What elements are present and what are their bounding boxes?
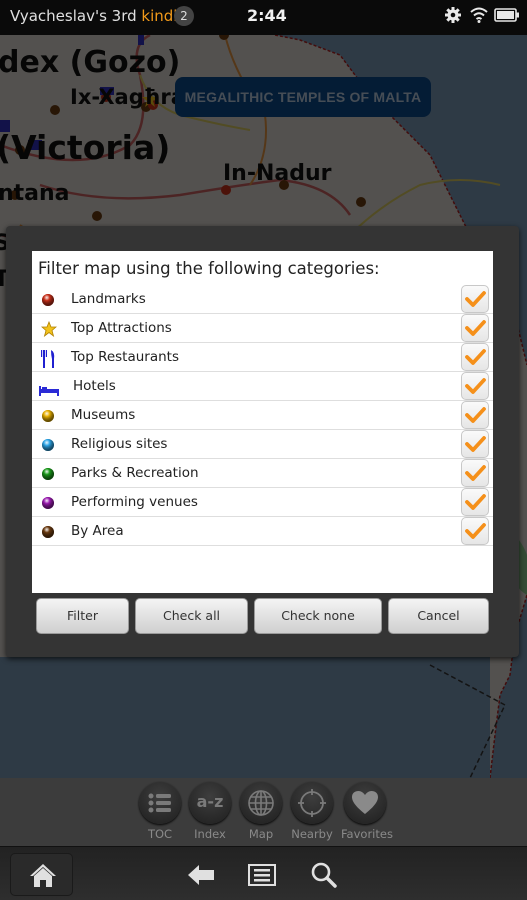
check-none-button[interactable]: Check none <box>254 598 382 634</box>
az-glyph: a-z <box>196 792 224 811</box>
category-row[interactable]: Top Attractions <box>32 314 493 343</box>
home-icon <box>30 864 56 887</box>
category-checkbox[interactable] <box>461 430 489 458</box>
notification-badge[interactable]: 2 <box>174 6 194 26</box>
checkmark-icon <box>465 378 486 394</box>
yellow-ball-icon <box>41 408 57 424</box>
status-bar: Vyacheslav's 3rd kindle 2 2:44 <box>0 0 527 35</box>
checkmark-icon <box>465 523 486 539</box>
category-label: Top Restaurants <box>71 349 180 365</box>
category-checkbox[interactable] <box>461 459 489 487</box>
az-index-icon: a-z <box>189 782 231 824</box>
filter-dialog: Filter map using the following categorie… <box>6 226 519 657</box>
green-ball-icon <box>41 466 57 482</box>
home-button[interactable] <box>10 853 73 896</box>
category-label: Parks & Recreation <box>71 465 199 481</box>
system-bar <box>0 846 527 900</box>
fork-knife-icon <box>41 350 57 368</box>
battery-icon <box>494 8 519 22</box>
checkmark-icon <box>465 320 486 336</box>
category-row[interactable]: Religious sites <box>32 430 493 459</box>
category-row[interactable]: Museums <box>32 401 493 430</box>
nav-nearby-label: Nearby <box>291 827 333 841</box>
checkmark-icon <box>465 436 486 452</box>
search-icon[interactable] <box>310 861 338 889</box>
globe-icon <box>240 782 282 824</box>
gear-icon[interactable] <box>444 6 462 24</box>
nav-index[interactable]: a-z Index <box>186 782 234 846</box>
category-row[interactable]: Performing venues <box>32 488 493 517</box>
category-checkbox[interactable] <box>461 401 489 429</box>
brown-ball-icon <box>41 524 57 540</box>
category-label: Top Attractions <box>71 320 172 336</box>
checkmark-icon <box>465 465 486 481</box>
category-row[interactable]: By Area <box>32 517 493 546</box>
checkmark-icon <box>465 407 486 423</box>
toc-list-icon <box>139 782 181 824</box>
clock: 2:44 <box>247 6 287 25</box>
nav-toc-label: TOC <box>147 827 173 841</box>
category-row[interactable]: Parks & Recreation <box>32 459 493 488</box>
category-label: Performing venues <box>71 494 198 510</box>
red-ball-icon <box>41 292 57 308</box>
back-arrow-icon[interactable] <box>187 864 215 886</box>
category-label: Hotels <box>73 378 116 394</box>
checkmark-icon <box>465 349 486 365</box>
category-checkbox[interactable] <box>461 372 489 400</box>
category-label: Landmarks <box>71 291 146 307</box>
filter-panel: Filter map using the following categorie… <box>32 251 493 593</box>
nav-toc[interactable]: TOC <box>136 782 184 846</box>
nav-map-label: Map <box>248 827 274 841</box>
device-owner-text: Vyacheslav's 3rd <box>10 7 137 25</box>
dialog-heading: Filter map using the following categorie… <box>38 259 380 278</box>
bed-icon <box>39 381 59 397</box>
category-row[interactable]: Top Restaurants <box>32 343 493 372</box>
device-name: Vyacheslav's 3rd kindle <box>10 7 187 25</box>
nav-nearby[interactable]: Nearby <box>288 782 336 846</box>
category-checkbox[interactable] <box>461 314 489 342</box>
star-icon <box>40 320 58 338</box>
category-checkbox[interactable] <box>461 285 489 313</box>
reader-nav-bar: TOC a-z Index Map Nearby Favorites <box>0 778 527 846</box>
blue-ball-icon <box>41 437 57 453</box>
crosshair-icon <box>291 782 333 824</box>
wifi-icon <box>470 7 488 23</box>
category-row[interactable]: Landmarks <box>32 285 493 314</box>
category-checkbox[interactable] <box>461 343 489 371</box>
nav-index-label: Index <box>194 827 226 841</box>
check-all-button[interactable]: Check all <box>135 598 248 634</box>
category-checkbox[interactable] <box>461 488 489 516</box>
category-label: Religious sites <box>71 436 168 452</box>
filter-button[interactable]: Filter <box>36 598 129 634</box>
nav-map[interactable]: Map <box>237 782 285 846</box>
category-label: By Area <box>71 523 124 539</box>
purple-ball-icon <box>41 495 57 511</box>
checkmark-icon <box>465 291 486 307</box>
nav-favorites-label: Favorites <box>341 827 393 841</box>
checkmark-icon <box>465 494 486 510</box>
heart-icon <box>344 782 386 824</box>
cancel-button[interactable]: Cancel <box>388 598 489 634</box>
category-list: Landmarks Top Attractions Top Restaurants H… <box>32 285 493 546</box>
menu-icon[interactable] <box>248 864 276 886</box>
nav-favorites[interactable]: Favorites <box>341 782 393 846</box>
category-label: Museums <box>71 407 136 423</box>
category-row[interactable]: Hotels <box>32 372 493 401</box>
category-checkbox[interactable] <box>461 517 489 545</box>
